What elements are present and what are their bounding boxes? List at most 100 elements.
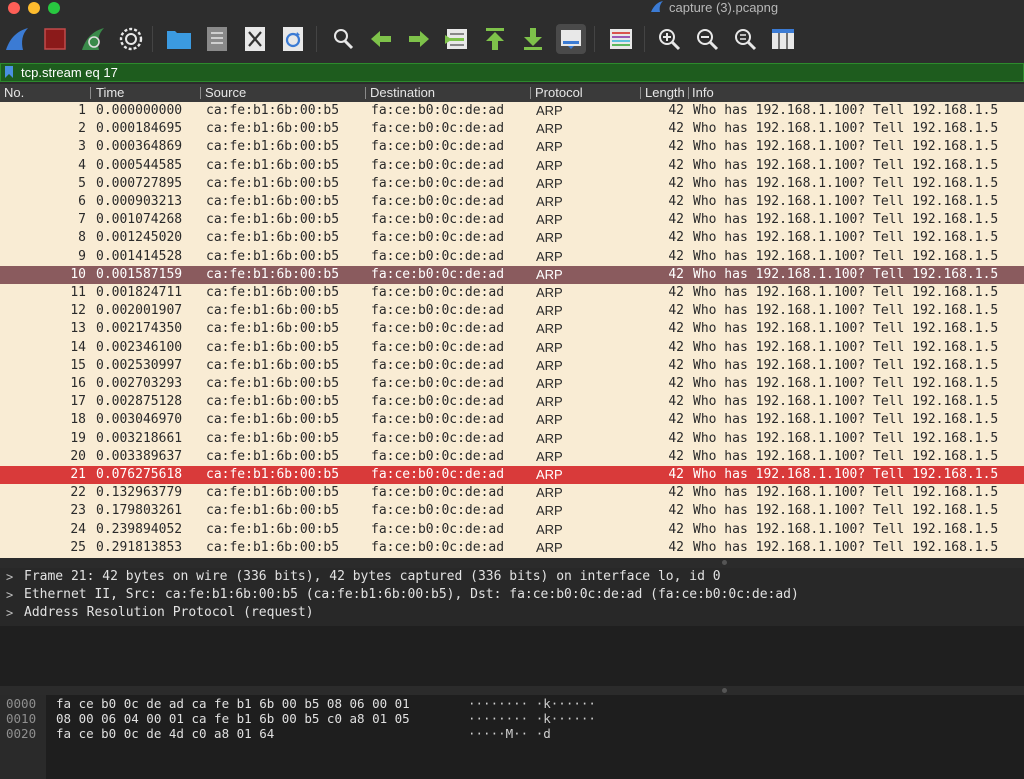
packet-row[interactable]: 25 0.291813853 ca:fe:b1:6b:00:b5 fa:ce:b0:0… — [0, 539, 1024, 557]
packet-details-pane[interactable]: > Frame 21: 42 bytes on wire (336 bits),… — [0, 568, 1024, 686]
bytes-ascii[interactable]: ·····M·· ·d — [468, 726, 551, 742]
column-header-time[interactable]: Time — [96, 84, 124, 102]
packet-row[interactable]: 5 0.000727895 ca:fe:b1:6b:00:b5 fa:ce:b0:0c… — [0, 175, 1024, 193]
packet-cell-time: 0.002174350 — [96, 321, 183, 337]
packet-list[interactable]: 1 0.000000000 ca:fe:b1:6b:00:b5 fa:ce:b0:0c… — [0, 102, 1024, 558]
display-filter-field[interactable] — [0, 63, 1024, 82]
expand-arrow-icon[interactable]: > — [6, 586, 13, 604]
restart-capture-button[interactable] — [78, 24, 108, 54]
column-divider[interactable] — [365, 87, 366, 99]
packet-row[interactable]: 24 0.239894052 ca:fe:b1:6b:00:b5 fa:ce:b0:0… — [0, 521, 1024, 539]
zoom-out-button[interactable] — [692, 24, 722, 54]
detail-row-frame[interactable]: > Frame 21: 42 bytes on wire (336 bits),… — [0, 568, 1024, 586]
packet-cell-protocol: ARP — [536, 521, 563, 537]
packet-row[interactable]: 3 0.000364869 ca:fe:b1:6b:00:b5 fa:ce:b0:0c… — [0, 138, 1024, 156]
find-packet-button[interactable] — [328, 24, 358, 54]
maximize-window-button[interactable] — [48, 2, 60, 14]
column-divider[interactable] — [640, 87, 641, 99]
colorize-button[interactable] — [606, 24, 636, 54]
bytes-hex[interactable]: fa ce b0 0c de 4d c0 a8 01 64 — [56, 726, 274, 742]
detail-row-arp[interactable]: > Address Resolution Protocol (request) — [0, 604, 1024, 622]
resize-columns-button[interactable] — [768, 24, 798, 54]
packet-cell-no: 13 — [70, 321, 86, 337]
column-divider[interactable] — [90, 87, 91, 99]
go-last-packet-button[interactable] — [518, 24, 548, 54]
packet-cell-source: ca:fe:b1:6b:00:b5 — [206, 303, 340, 319]
packet-row[interactable]: 18 0.003046970 ca:fe:b1:6b:00:b5 fa:ce:b0:0… — [0, 411, 1024, 429]
column-header-destination[interactable]: Destination — [370, 84, 435, 102]
close-file-button[interactable] — [240, 24, 270, 54]
close-window-button[interactable] — [8, 2, 20, 14]
bytes-hex[interactable]: 08 00 06 04 00 01 ca fe b1 6b 00 b5 c0 a… — [56, 711, 410, 727]
packet-row[interactable]: 4 0.000544585 ca:fe:b1:6b:00:b5 fa:ce:b0:0c… — [0, 157, 1024, 175]
splitter-handle[interactable] — [722, 688, 727, 693]
bytes-hex[interactable]: fa ce b0 0c de ad ca fe b1 6b 00 b5 08 0… — [56, 696, 410, 712]
packet-cell-source: ca:fe:b1:6b:00:b5 — [206, 485, 340, 501]
save-file-button[interactable] — [202, 24, 232, 54]
packet-row[interactable]: 10 0.001587159 ca:fe:b1:6b:00:b5 fa:ce:b0:0… — [0, 265, 1024, 284]
packet-row[interactable]: 12 0.002001907 ca:fe:b1:6b:00:b5 fa:ce:b0:0… — [0, 302, 1024, 320]
auto-scroll-button[interactable] — [556, 24, 586, 54]
packet-row[interactable]: 21 0.076275618 ca:fe:b1:6b:00:b5 fa:ce:b0:0… — [0, 466, 1024, 485]
packet-row[interactable]: 7 0.001074268 ca:fe:b1:6b:00:b5 fa:ce:b0:0c… — [0, 211, 1024, 229]
reload-file-button[interactable] — [278, 24, 308, 54]
column-divider[interactable] — [200, 87, 201, 99]
capture-options-button[interactable] — [116, 24, 146, 54]
display-filter-input[interactable] — [21, 64, 921, 81]
go-forward-button[interactable] — [404, 24, 434, 54]
go-to-packet-button[interactable] — [442, 24, 472, 54]
open-file-button[interactable] — [164, 24, 194, 54]
packet-row[interactable]: 9 0.001414528 ca:fe:b1:6b:00:b5 fa:ce:b0:0c… — [0, 248, 1024, 266]
splitter-handle[interactable] — [722, 560, 727, 565]
packet-row[interactable]: 14 0.002346100 ca:fe:b1:6b:00:b5 fa:ce:b0:0… — [0, 339, 1024, 357]
packet-cell-no: 20 — [70, 448, 86, 464]
packet-row[interactable]: 2 0.000184695 ca:fe:b1:6b:00:b5 fa:ce:b0:0c… — [0, 120, 1024, 138]
packet-row[interactable]: 6 0.000903213 ca:fe:b1:6b:00:b5 fa:ce:b0:0c… — [0, 193, 1024, 211]
column-header-length[interactable]: Length — [645, 84, 687, 102]
column-header-info[interactable]: Info — [692, 84, 714, 102]
packet-row[interactable]: 23 0.179803261 ca:fe:b1:6b:00:b5 fa:ce:b0:0… — [0, 502, 1024, 520]
packet-row[interactable]: 17 0.002875128 ca:fe:b1:6b:00:b5 fa:ce:b0:0… — [0, 393, 1024, 411]
toolbar-separator — [594, 26, 595, 52]
packet-cell-no: 25 — [70, 539, 86, 555]
zoom-normal-button[interactable] — [730, 24, 760, 54]
packet-cell-length: 42 — [668, 539, 684, 555]
packet-cell-source: ca:fe:b1:6b:00:b5 — [206, 394, 340, 410]
detail-row-ethernet[interactable]: > Ethernet II, Src: ca:fe:b1:6b:00:b5 (c… — [0, 586, 1024, 604]
packet-row[interactable]: 22 0.132963779 ca:fe:b1:6b:00:b5 fa:ce:b0:0… — [0, 484, 1024, 502]
packet-row[interactable]: 11 0.001824711 ca:fe:b1:6b:00:b5 fa:ce:b0:0… — [0, 284, 1024, 302]
packet-cell-info: Who has 192.168.1.100? Tell 192.168.1.5 — [693, 303, 999, 319]
packet-cell-length: 42 — [668, 412, 684, 428]
column-divider[interactable] — [530, 87, 531, 99]
minimize-window-button[interactable] — [28, 2, 40, 14]
bytes-ascii[interactable]: ········ ·k······ — [468, 696, 596, 712]
stop-capture-button[interactable] — [40, 24, 70, 54]
packet-row[interactable]: 19 0.003218661 ca:fe:b1:6b:00:b5 fa:ce:b0:0… — [0, 430, 1024, 448]
pane-splitter[interactable] — [0, 686, 1024, 695]
packet-cell-source: ca:fe:b1:6b:00:b5 — [206, 103, 340, 118]
packet-bytes-pane[interactable]: 0000 fa ce b0 0c de ad ca fe b1 6b 00 b5… — [0, 695, 1024, 779]
bookmark-icon[interactable] — [5, 66, 13, 78]
packet-row[interactable]: 16 0.002703293 ca:fe:b1:6b:00:b5 fa:ce:b0:0… — [0, 375, 1024, 393]
packet-cell-protocol: ARP — [536, 321, 563, 337]
expand-arrow-icon[interactable]: > — [6, 604, 13, 622]
pane-splitter[interactable] — [0, 558, 1024, 568]
packet-row[interactable]: 8 0.001245020 ca:fe:b1:6b:00:b5 fa:ce:b0:0c… — [0, 229, 1024, 247]
packet-row[interactable]: 13 0.002174350 ca:fe:b1:6b:00:b5 fa:ce:b0:0… — [0, 320, 1024, 338]
packet-row[interactable]: 1 0.000000000 ca:fe:b1:6b:00:b5 fa:ce:b0:0c… — [0, 102, 1024, 120]
zoom-in-button[interactable] — [654, 24, 684, 54]
bytes-ascii[interactable]: ········ ·k······ — [468, 711, 596, 727]
packet-cell-info: Who has 192.168.1.100? Tell 192.168.1.5 — [693, 103, 999, 118]
start-capture-button[interactable] — [2, 24, 32, 54]
column-header-protocol[interactable]: Protocol — [535, 84, 583, 102]
column-header-source[interactable]: Source — [205, 84, 246, 102]
packet-row[interactable]: 20 0.003389637 ca:fe:b1:6b:00:b5 fa:ce:b0:0… — [0, 448, 1024, 466]
expand-arrow-icon[interactable]: > — [6, 568, 13, 586]
packet-cell-source: ca:fe:b1:6b:00:b5 — [206, 194, 340, 209]
packet-row[interactable]: 15 0.002530997 ca:fe:b1:6b:00:b5 fa:ce:b0:0… — [0, 357, 1024, 375]
go-back-button[interactable] — [366, 24, 396, 54]
go-first-packet-button[interactable] — [480, 24, 510, 54]
column-divider[interactable] — [688, 87, 689, 99]
packet-cell-no: 6 — [78, 194, 86, 209]
column-header-no[interactable]: No. — [4, 84, 24, 102]
